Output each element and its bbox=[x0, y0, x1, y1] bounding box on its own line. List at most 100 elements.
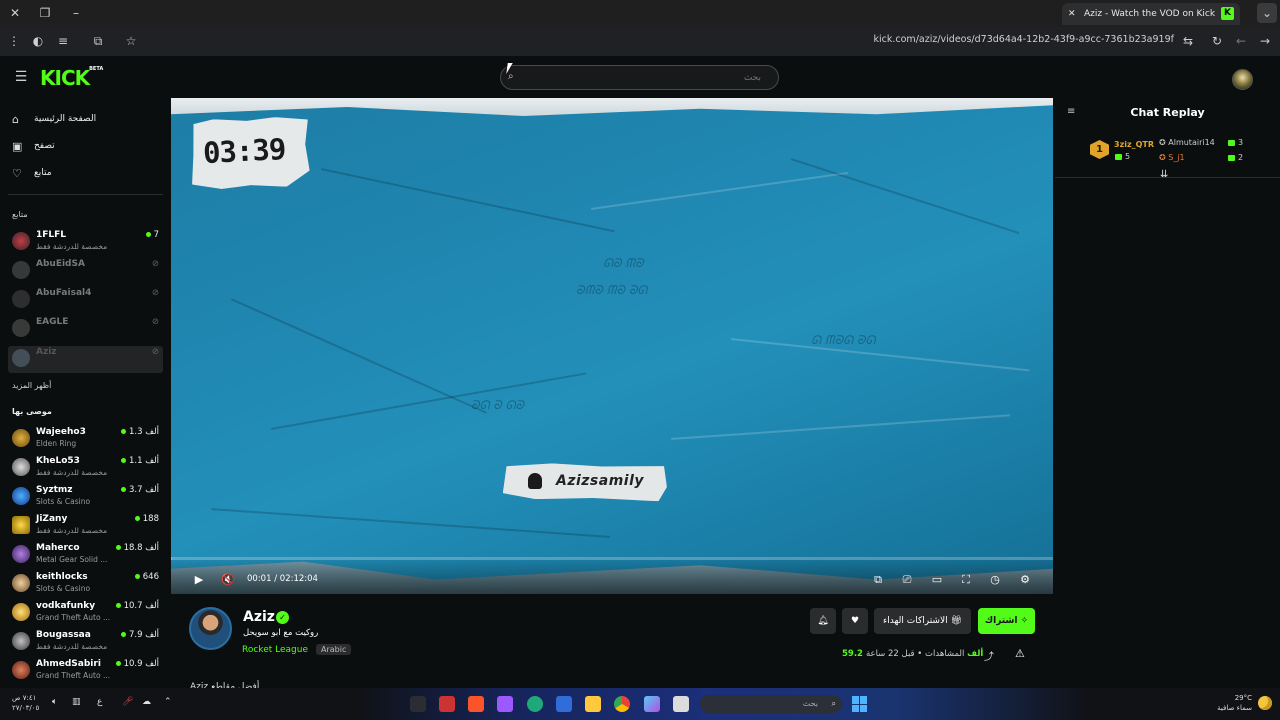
reload-icon[interactable]: ↻ bbox=[1207, 31, 1227, 51]
site-header: ☰ KICKBETA ⌕ bbox=[0, 56, 1280, 100]
report-warning-icon[interactable]: ⚠ bbox=[1015, 647, 1025, 660]
settings-gear-icon[interactable]: ⚙ bbox=[1017, 572, 1033, 588]
sidebar-recommended-keithlocks[interactable]: keithlocks Slots & Casino 646 bbox=[8, 571, 163, 598]
clock-time: ٧:٤١ ص bbox=[12, 694, 37, 702]
viewer-count-value: 1.1 ألف bbox=[129, 456, 159, 466]
sidebar-recommended-khelo53[interactable]: KheLo53 مخصصة للدردشة فقط 1.1 ألف bbox=[8, 455, 163, 482]
nav-browse[interactable]: ▣ تصفح bbox=[12, 138, 152, 156]
time-ago: قبل 22 ساعة bbox=[865, 649, 915, 659]
sidebar-recommended-wajeeho3[interactable]: Wajeeho3 Elden Ring 1.3 ألف bbox=[8, 426, 163, 453]
leaderboard-name-3[interactable]: ✪ S_j1 bbox=[1159, 153, 1185, 162]
file-explorer-icon[interactable] bbox=[585, 696, 601, 712]
sidebar-recommended-bougassaa[interactable]: Bougassaa مخصصة للدردشة فقط 7.9 ألف bbox=[8, 629, 163, 656]
hamburger-menu-icon[interactable]: ☰ bbox=[11, 67, 31, 87]
tray-chevron-icon[interactable]: ⌃ bbox=[164, 697, 172, 707]
kick-logo[interactable]: KICKBETA bbox=[40, 66, 103, 90]
language-tag[interactable]: Arabic bbox=[316, 644, 352, 655]
share-icon[interactable]: ⤴ bbox=[984, 648, 994, 663]
sidebar-recommended-ahmedsabiri[interactable]: AhmedSabiri Grand Theft Auto ... 10.9 أل… bbox=[8, 658, 163, 685]
extensions-icon[interactable]: ≡ bbox=[53, 31, 73, 51]
sidebar-following-aziz[interactable]: Aziz ⊘ bbox=[8, 346, 163, 373]
brave-icon[interactable] bbox=[468, 696, 484, 712]
notification-bell-button[interactable]: 🔔︎ bbox=[810, 608, 836, 634]
browser-menu-icon[interactable]: ⋮ bbox=[4, 31, 24, 51]
live-dot-icon bbox=[121, 458, 127, 463]
language-indicator[interactable]: ع bbox=[97, 697, 102, 707]
back-icon[interactable]: → bbox=[1255, 31, 1275, 51]
app-red-icon[interactable] bbox=[439, 696, 455, 712]
subscribe-button[interactable]: اشتراك ✧ bbox=[978, 608, 1035, 634]
channel-name[interactable]: Aziz bbox=[243, 609, 275, 625]
weather-moon-icon bbox=[1258, 696, 1272, 710]
volume-icon[interactable]: 🔈︎ bbox=[52, 697, 57, 707]
chrome-icon[interactable] bbox=[614, 696, 630, 712]
forward-icon[interactable]: ← bbox=[1231, 31, 1251, 51]
edge-icon[interactable] bbox=[527, 696, 543, 712]
leaderboard-rank-badge: 1 bbox=[1090, 140, 1109, 159]
live-dot-icon bbox=[145, 232, 151, 237]
search-box[interactable]: ⌕ bbox=[500, 65, 779, 90]
category-link[interactable]: Rocket League bbox=[242, 645, 308, 655]
speed-icon[interactable]: ◷ bbox=[987, 572, 1003, 588]
tab-close-icon[interactable]: ✕ bbox=[1068, 3, 1076, 25]
window-minimize-icon[interactable]: – bbox=[66, 3, 86, 23]
sidebar-following-abueidsa[interactable]: AbuEidSA ⊘ bbox=[8, 258, 163, 285]
search-input[interactable] bbox=[521, 70, 761, 86]
follow-heart-button[interactable]: ♥ bbox=[842, 608, 868, 634]
browser-tab-active[interactable]: ✕ Aziz - Watch the VOD on Kick K bbox=[1062, 3, 1240, 25]
sidebar-following-eagle[interactable]: EAGLE ⊘ bbox=[8, 316, 163, 343]
clip-icon[interactable]: ⎚ bbox=[899, 572, 915, 588]
viewer-count: 1.3 ألف bbox=[118, 427, 159, 437]
current-time: 00:01 bbox=[247, 574, 272, 584]
video-player[interactable]: ᘏᘐ ᙏᘐ ᘐᙏᘐ ᙏᘐ ᘐᘏ ᘏ ᙏᘐᘏ ᘐᘏ ᘐᘏ ᘐ ᘏᘐ 03:39 A… bbox=[171, 98, 1053, 594]
window-close-icon[interactable]: ✕ bbox=[5, 3, 25, 23]
app-window-icon[interactable] bbox=[673, 696, 689, 712]
gift-gem-icon bbox=[1228, 139, 1235, 146]
video-frame-paper-edge bbox=[171, 98, 1053, 116]
play-icon[interactable]: ▶ bbox=[191, 572, 207, 588]
channel-avatar[interactable] bbox=[189, 607, 232, 650]
viewer-count: 10.7 ألف bbox=[113, 601, 159, 611]
leaderboard-name-1[interactable]: 3ziz_QTR bbox=[1114, 140, 1154, 149]
gift-label: الاشتراكات الهداء bbox=[883, 616, 948, 626]
microphone-icon[interactable]: 🎤︎ bbox=[122, 697, 133, 707]
picture-in-picture-icon[interactable]: ⧉ bbox=[870, 572, 886, 588]
bookmark-star-icon[interactable]: ☆ bbox=[121, 31, 141, 51]
windows-start-icon[interactable] bbox=[852, 696, 868, 712]
discord-icon[interactable] bbox=[497, 696, 513, 712]
theater-mode-icon[interactable]: ▭ bbox=[929, 572, 945, 588]
mute-icon[interactable]: 🔇 bbox=[220, 572, 236, 588]
user-avatar[interactable] bbox=[1232, 69, 1253, 90]
nav-following[interactable]: ♡ متابع bbox=[12, 165, 152, 183]
steam-icon[interactable] bbox=[410, 696, 426, 712]
sidebar-recommended-syztmz[interactable]: Syztmz Slots & Casino 3.7 ألف bbox=[8, 484, 163, 511]
expand-leaderboard-icon[interactable]: ⇊ bbox=[1160, 169, 1168, 180]
show-more-link[interactable]: أظهر المزيد bbox=[12, 381, 51, 390]
avatar bbox=[12, 429, 30, 447]
leaderboard-name-2[interactable]: ✪ Almutairi14 bbox=[1159, 138, 1215, 147]
avatar bbox=[12, 603, 30, 621]
copy-icon[interactable]: ⧉ bbox=[88, 31, 108, 51]
sidebar-recommended-vodkafunky[interactable]: vodkafunky Grand Theft Auto ... 10.7 ألف bbox=[8, 600, 163, 627]
offline-icon: ⊘ bbox=[151, 317, 159, 327]
address-bar-url[interactable]: kick.com/aziz/videos/d73d64a4-12b2-43f9-… bbox=[874, 34, 1174, 45]
taskbar-clock[interactable]: ٧:٤١ ص ٢٧/٠٣/٠٥ bbox=[12, 693, 39, 713]
profile-icon[interactable]: ◐ bbox=[28, 31, 48, 51]
sidebar-following-abufaisal4[interactable]: AbuFaisal4 ⊘ bbox=[8, 287, 163, 314]
tab-list-chevron-icon[interactable]: ⌄ bbox=[1257, 3, 1277, 23]
weather-widget[interactable]: 29°C سماء صافية bbox=[1217, 693, 1252, 713]
copilot-icon[interactable] bbox=[644, 696, 660, 712]
fullscreen-icon[interactable]: ⛶ bbox=[958, 572, 974, 588]
window-restore-icon[interactable]: ❐ bbox=[35, 3, 55, 23]
app-blue-icon[interactable] bbox=[556, 696, 572, 712]
nav-home[interactable]: ⌂ الصفحة الرئيسية bbox=[12, 111, 152, 129]
gift-subs-button[interactable]: الاشتراكات الهداء 🎁︎ bbox=[874, 608, 971, 634]
sidebar-recommended-maherco[interactable]: Maherco Metal Gear Solid ... 18.8 ألف bbox=[8, 542, 163, 569]
cloud-icon[interactable]: ☁ bbox=[142, 697, 151, 707]
taskbar-search[interactable]: بحث ⌕ bbox=[700, 695, 842, 713]
sidebar-following-1flfl[interactable]: 1FLFL مخصصة للدردشة فقط 7 bbox=[8, 229, 163, 256]
network-icon[interactable]: ▥ bbox=[72, 697, 81, 707]
video-progress-bar[interactable] bbox=[171, 557, 1053, 560]
sidebar-recommended-jizany[interactable]: JiZany مخصصة للدردشة فقط 188 bbox=[8, 513, 163, 540]
site-settings-icon[interactable]: ⇆ bbox=[1178, 31, 1198, 51]
